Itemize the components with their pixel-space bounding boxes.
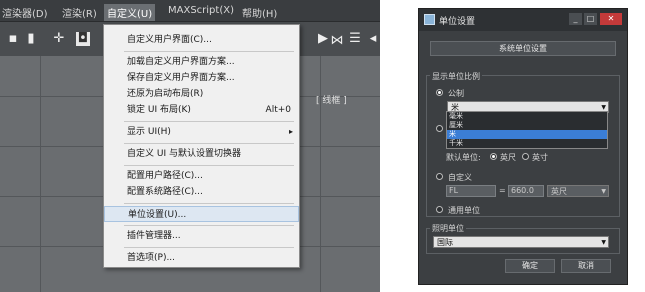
generic-units-label: 通用单位: [448, 206, 480, 215]
display-unit-scale-label: 显示单位比例: [430, 71, 482, 82]
lighting-units-value: 国际: [437, 238, 453, 247]
menu-separator: [124, 143, 294, 144]
custom-value-field[interactable]: 660.0: [508, 185, 544, 197]
layer-icon[interactable]: ☰: [348, 32, 362, 46]
menu-item-plugin-manager[interactable]: 插件管理器...: [104, 228, 299, 244]
custom-unit-select[interactable]: 英尺 ▼: [547, 185, 609, 197]
cancel-button[interactable]: 取消: [561, 259, 611, 273]
lighting-units-select[interactable]: 国际 ▼: [433, 236, 609, 248]
feet-radio[interactable]: [490, 153, 497, 160]
custom-radio[interactable]: [436, 173, 443, 180]
menu-item-system-paths[interactable]: 配置系统路径(C)...: [104, 184, 299, 200]
chevron-down-icon: ▼: [601, 188, 606, 195]
menu-item-revert-layout[interactable]: 还原为启动布局(R): [104, 86, 299, 102]
system-unit-setup-button[interactable]: 系统单位设置: [430, 41, 616, 56]
mirror-icon[interactable]: ▶: [316, 32, 330, 46]
menu-item-label: 插件管理器...: [127, 231, 181, 241]
list-item[interactable]: 毫米: [447, 112, 607, 121]
chevron-down-icon: ▼: [601, 239, 606, 246]
link-icon[interactable]: ▪: [6, 32, 20, 46]
align-icon[interactable]: ⋈: [330, 34, 344, 48]
menu-separator: [124, 225, 294, 226]
menu-item-units-setup[interactable]: 单位设置(U)...: [104, 206, 299, 222]
menu-item-label: 锁定 UI 布局(K): [127, 105, 191, 115]
menu-item-label: 配置用户路径(C)...: [127, 171, 203, 181]
generic-units-radio[interactable]: [436, 206, 443, 213]
select-link-icon[interactable]: ▮: [24, 32, 38, 46]
menu-help[interactable]: 帮助(H): [242, 5, 277, 20]
default-units-label: 默认单位:: [446, 153, 481, 162]
minimize-button[interactable]: _: [569, 13, 582, 25]
menu-item-customize-ui[interactable]: 自定义用户界面(C)...: [104, 32, 299, 48]
menu-item-preferences[interactable]: 首选项(P)...: [104, 250, 299, 266]
inches-radio[interactable]: [522, 153, 529, 160]
menu-item-label: 自定义 UI 与默认设置切换器: [127, 149, 241, 159]
menu-item-label: 显示 UI(H): [127, 127, 171, 137]
grid-line: [40, 56, 41, 292]
menu-separator: [124, 51, 294, 52]
list-item[interactable]: 千米: [447, 139, 607, 148]
menu-maxscript[interactable]: MAXScript(X): [168, 5, 234, 16]
menu-item-label: 保存自定义用户界面方案...: [127, 73, 235, 83]
max-window: 渲染器(D) 渲染(R) 自定义(U) MAXScript(X) 帮助(H) ▪…: [0, 0, 380, 292]
menu-item-user-paths[interactable]: 配置用户路径(C)...: [104, 168, 299, 184]
menu-item-show-ui[interactable]: 显示 UI(H) ▸: [104, 124, 299, 140]
menu-rendering[interactable]: 渲染(R): [62, 5, 97, 20]
shortcut-text: Alt+0: [265, 105, 291, 115]
menu-item-ui-switcher[interactable]: 自定义 UI 与默认设置切换器: [104, 146, 299, 162]
curve-editor-icon[interactable]: ◂: [366, 32, 380, 46]
customize-menu: 自定义用户界面(C)... 加载自定义用户界面方案... 保存自定义用户界面方案…: [103, 24, 300, 268]
menu-separator: [124, 247, 294, 248]
ok-button[interactable]: 确定: [505, 259, 555, 273]
menu-item-label: 自定义用户界面(C)...: [127, 35, 212, 45]
maximize-button[interactable]: □: [584, 13, 597, 25]
menu-item-label: 单位设置(U)...: [128, 210, 187, 220]
menu-renderer[interactable]: 渲染器(D): [2, 5, 48, 20]
dialog-titlebar[interactable]: 单位设置 _ □ ✕: [419, 9, 627, 31]
menu-separator: [124, 203, 294, 204]
menubar: 渲染器(D) 渲染(R) 自定义(U) MAXScript(X) 帮助(H): [0, 0, 380, 22]
grid-line: [320, 56, 321, 292]
custom-name-field[interactable]: FL: [446, 185, 496, 197]
rotate-icon[interactable]: ◘: [76, 32, 90, 46]
metric-label: 公制: [448, 89, 464, 98]
equals-sign: =: [499, 186, 506, 195]
inches-label: 英寸: [532, 153, 548, 162]
menu-item-label: 首选项(P)...: [127, 253, 176, 263]
menu-separator: [124, 165, 294, 166]
menu-item-lock-layout[interactable]: 锁定 UI 布局(K) Alt+0: [104, 102, 299, 118]
menu-separator: [124, 121, 294, 122]
submenu-arrow-icon: ▸: [288, 127, 293, 136]
feet-label: 英尺: [500, 153, 516, 162]
viewport-label[interactable]: [ 线框 ]: [316, 93, 347, 106]
custom-unit-value: 英尺: [551, 187, 567, 196]
list-item[interactable]: 厘米: [447, 121, 607, 130]
metric-unit-dropdown-list: 毫米 厘米 米 千米: [446, 111, 608, 149]
list-item[interactable]: 米: [447, 130, 607, 139]
dialog-title: 单位设置: [439, 17, 476, 27]
lighting-units-label: 照明单位: [430, 223, 466, 234]
custom-label: 自定义: [448, 173, 472, 182]
menu-item-label: 还原为启动布局(R): [127, 89, 204, 99]
close-button[interactable]: ✕: [600, 13, 622, 25]
metric-radio[interactable]: [436, 89, 443, 96]
move-icon[interactable]: ✛: [52, 32, 66, 46]
menu-customize[interactable]: 自定义(U): [104, 4, 156, 21]
menu-item-save-scheme[interactable]: 保存自定义用户界面方案...: [104, 70, 299, 86]
menu-item-load-scheme[interactable]: 加载自定义用户界面方案...: [104, 54, 299, 70]
menu-item-label: 配置系统路径(C)...: [127, 187, 203, 197]
menu-item-label: 加载自定义用户界面方案...: [127, 57, 235, 67]
app-icon: [424, 14, 435, 25]
us-standard-radio[interactable]: [436, 125, 443, 132]
